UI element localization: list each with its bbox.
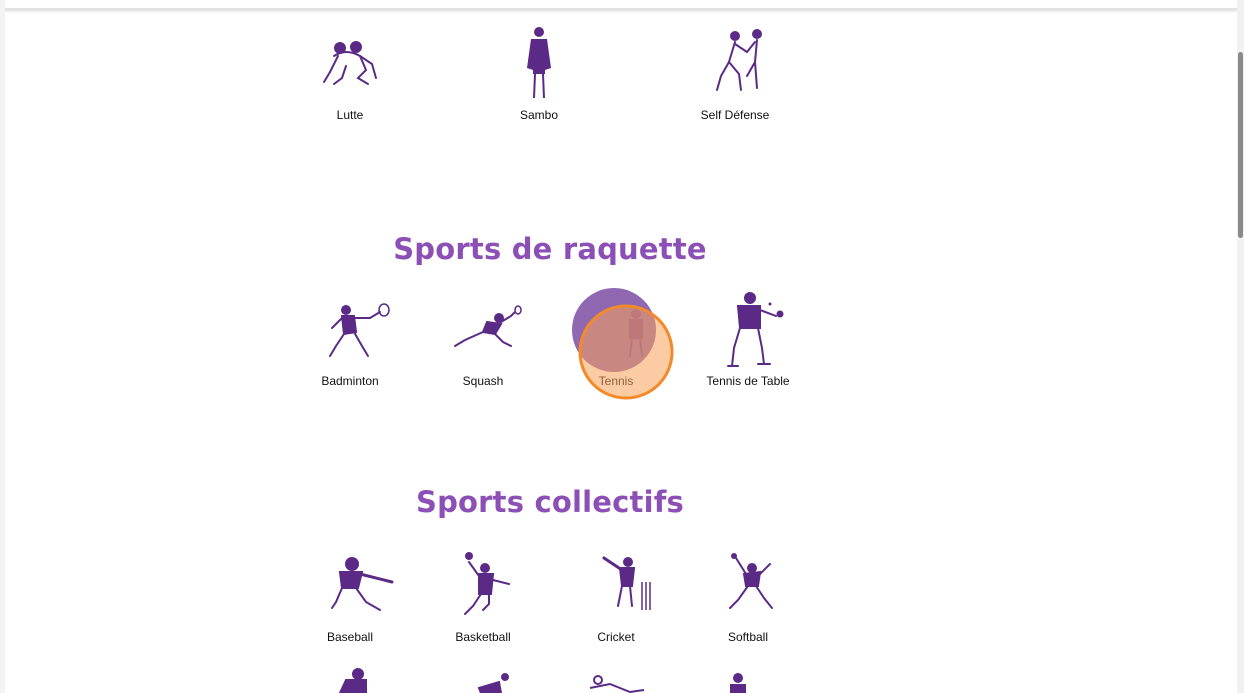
sport-label: Lutte [336,108,364,122]
top-header-bar [0,0,1238,9]
vertical-scrollbar[interactable] [1237,0,1244,693]
basketball-icon [464,552,510,615]
baseball-icon [331,557,394,611]
sambo-icon [527,27,551,99]
sport-card-table-tennis[interactable]: Tennis de Table [683,292,813,388]
sport-card-lutte[interactable]: Lutte [285,26,415,122]
left-gutter [0,0,5,693]
sport-card-basketball[interactable]: Basketball [418,548,548,644]
sport-card-baseball[interactable]: Baseball [285,548,415,644]
partial-sport-icon [589,675,645,693]
sport-label: Cricket [597,630,635,644]
badminton-icon [329,303,390,357]
partial-sport-icon [730,673,746,693]
section-title-team: Sports collectifs [415,485,685,519]
sport-label: Self Défense [700,108,770,122]
sport-card-badminton[interactable]: Badminton [285,298,415,388]
squash-icon [454,305,522,347]
sport-card-tennis[interactable]: Tennis [551,298,681,388]
sport-label: Basketball [455,630,511,644]
softball-icon [729,553,773,609]
sport-label: Squash [462,374,504,388]
tennis-icon [629,309,643,357]
section-title-racket: Sports de raquette [393,232,707,266]
sport-card-squash[interactable]: Squash [418,298,548,388]
sport-label: Softball [727,630,769,644]
sport-label: Tennis de Table [706,374,790,388]
partial-sport-icon [477,673,509,693]
table-tennis-icon [727,292,784,367]
sport-card-softball[interactable]: Softball [683,548,813,644]
sport-label: Sambo [519,108,559,122]
sport-card-self-defense[interactable]: Self Défense [670,26,800,122]
self-defense-icon [716,29,762,91]
wrestling-icon [323,41,377,85]
sport-card-cricket[interactable]: Cricket [551,548,681,644]
sport-label: Baseball [326,630,374,644]
sport-label: Tennis [598,374,634,388]
scrollbar-thumb[interactable] [1238,52,1243,238]
partial-sport-icon [338,668,367,693]
sport-label: Badminton [321,374,379,388]
sport-card-sambo[interactable]: Sambo [474,26,604,122]
cricket-icon [602,556,651,610]
